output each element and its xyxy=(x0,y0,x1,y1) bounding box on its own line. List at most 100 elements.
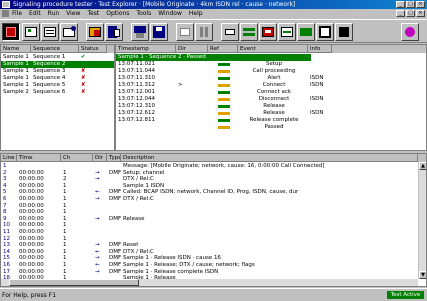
menu-window[interactable]: Window xyxy=(158,9,182,18)
analyze-icon xyxy=(300,28,312,36)
menu-edit[interactable]: Edit xyxy=(29,9,41,18)
fail-icon: ✘ xyxy=(81,89,86,95)
tl-timestamp: 13:07:11.312 xyxy=(118,82,155,88)
menu-options[interactable]: Options xyxy=(106,9,129,18)
col-sequence[interactable]: Sequence xyxy=(31,45,79,53)
sequence-row[interactable]: Sample 1 Sequence 3 ✘ xyxy=(1,68,114,75)
filter-button[interactable] xyxy=(335,23,353,41)
close-button[interactable]: × xyxy=(416,1,425,8)
record-button[interactable] xyxy=(259,23,277,41)
timeline-row[interactable]: 13:07:11.021 Setup xyxy=(116,61,426,68)
col-status[interactable]: Status xyxy=(79,45,107,53)
tl-info xyxy=(308,117,332,124)
signal-arrow-icon xyxy=(208,61,238,68)
trace-icon xyxy=(225,29,235,35)
sequence-button[interactable] xyxy=(60,23,78,41)
menu-run[interactable]: Run xyxy=(48,9,60,18)
list-button[interactable] xyxy=(41,23,59,41)
col-event[interactable]: Event xyxy=(238,45,308,53)
tl-event: Release xyxy=(263,103,285,109)
maximize-button[interactable]: □ xyxy=(406,1,415,8)
menu-tools[interactable]: Tools xyxy=(136,9,151,18)
print-button[interactable] xyxy=(176,23,194,41)
minimize-button[interactable]: _ xyxy=(396,1,405,8)
scroll-down-button[interactable]: ▼ xyxy=(419,271,426,279)
document-icon[interactable] xyxy=(2,10,9,17)
scroll-up-button[interactable]: ▲ xyxy=(419,162,426,170)
tl-dir xyxy=(176,96,208,103)
col-name[interactable]: Name xyxy=(1,45,31,53)
seq-sequence: Sequence 3 xyxy=(33,68,66,74)
col-dir2[interactable]: Dir xyxy=(93,154,107,162)
timeline-row[interactable]: 13:07:12.310 Release xyxy=(116,103,426,110)
sequences-header: Name Sequence Status xyxy=(1,45,114,53)
col-timestamp[interactable]: Timestamp xyxy=(116,45,176,53)
edit-button[interactable] xyxy=(105,23,123,41)
open-button[interactable] xyxy=(86,23,104,41)
timeline-row[interactable]: 13:07:12.044 Disconnect ISDN xyxy=(116,96,426,103)
tl-timestamp: 13:07:12.612 xyxy=(118,110,155,116)
scroll-thumb[interactable] xyxy=(9,279,139,286)
menu-test[interactable]: Test xyxy=(87,9,99,18)
timeline-selected-row[interactable]: Sample 1 · Sequence 2 · Passed xyxy=(116,54,311,61)
seq-name: Sample 1 xyxy=(3,68,29,74)
col-type[interactable]: Type xyxy=(107,154,121,162)
stop-button[interactable] xyxy=(2,23,20,41)
timeline-row[interactable]: 13:07:11.310 Alert ISDN xyxy=(116,75,426,82)
seq-sequence: Sequence 2 xyxy=(33,61,66,67)
pause-icon xyxy=(200,27,203,37)
signal-flag-icon xyxy=(208,96,238,103)
app-icon[interactable] xyxy=(2,1,10,8)
tl-event: Passed xyxy=(264,124,284,130)
sequence-row[interactable]: Sample 1 Sequence 1 ✔ xyxy=(1,54,114,61)
tl-info: ISDN xyxy=(310,82,324,88)
tl-event: Connect xyxy=(262,82,286,88)
network-button[interactable] xyxy=(131,23,149,41)
timeline-row[interactable]: 13:07:12.612 Release ISDN xyxy=(116,110,426,117)
timeline-row[interactable]: Passed xyxy=(116,124,426,131)
pause-button[interactable] xyxy=(195,23,213,41)
timeline-row[interactable]: 13:07:11.312 > Connect ISDN xyxy=(116,82,426,89)
analyze-button[interactable] xyxy=(297,23,315,41)
menu-file[interactable]: File xyxy=(12,9,22,18)
sequence-row[interactable]: Sample 1 Sequence 4 ✘ xyxy=(1,75,114,82)
tl-info: ISDN xyxy=(310,96,324,102)
col-dir[interactable]: Dir xyxy=(176,45,208,53)
col-ref[interactable]: Ref xyxy=(208,45,238,53)
sequence-row[interactable]: Sample 1 Sequence 5 ✘ xyxy=(1,82,114,89)
timeline-row[interactable]: 13:07:12.001 Connect ack xyxy=(116,89,426,96)
log-horizontal-scrollbar[interactable] xyxy=(1,279,418,286)
col-line[interactable]: Line xyxy=(1,154,17,162)
menu-help[interactable]: Help xyxy=(189,9,203,18)
sequences-pane: Name Sequence Status Sample 1 Sequence 1 ✔… xyxy=(0,44,115,151)
doc-restore-button[interactable]: □ xyxy=(406,10,415,17)
doc-minimize-button[interactable]: _ xyxy=(396,10,405,17)
save-button[interactable] xyxy=(150,23,168,41)
menu-view[interactable]: View xyxy=(66,9,80,18)
timeline-row[interactable]: 13:07:12.811 Release complete xyxy=(116,117,426,124)
seq-sequence: Sequence 4 xyxy=(33,75,66,81)
timeline-row[interactable]: 13:07:11.044 Call proceeding xyxy=(116,68,426,75)
col-info[interactable]: Info xyxy=(308,45,332,53)
chart-button[interactable] xyxy=(278,23,296,41)
settings-button[interactable] xyxy=(401,23,419,41)
tl-dir xyxy=(176,103,208,110)
log-vertical-scrollbar[interactable]: ▲ ▼ xyxy=(418,162,426,279)
col-ch[interactable]: Ch xyxy=(61,154,93,162)
log-header: Line Time Ch Dir Type Description xyxy=(1,154,426,162)
tl-timestamp: 13:07:12.001 xyxy=(118,89,155,95)
col-time[interactable]: Time xyxy=(17,154,61,162)
col-description[interactable]: Description xyxy=(121,154,418,162)
filter-icon xyxy=(339,27,349,37)
window-title: Signaling procedure tester · Test Explor… xyxy=(13,1,296,8)
sequence-row[interactable]: Sample 1 Sequence 2 ✔ xyxy=(1,61,114,68)
signal-arrow-icon xyxy=(208,103,238,110)
doc-close-button[interactable]: × xyxy=(416,10,425,17)
check-sequences-button[interactable] xyxy=(22,23,40,41)
run-sequence-button[interactable] xyxy=(240,23,258,41)
trace-button[interactable] xyxy=(221,23,239,41)
signal-flag-icon xyxy=(208,82,238,89)
table-button[interactable] xyxy=(316,23,334,41)
fail-icon: ✘ xyxy=(81,68,86,74)
sequence-row[interactable]: Sample 2 Sequence 6 ✘ xyxy=(1,89,114,96)
